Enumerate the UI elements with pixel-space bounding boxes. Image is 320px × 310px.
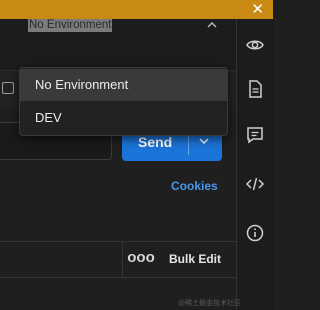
info-icon[interactable]: [245, 223, 265, 243]
window-title-bar: ✕: [0, 0, 273, 19]
divider: [0, 277, 236, 278]
eye-icon[interactable]: [245, 35, 265, 55]
document-icon[interactable]: [245, 79, 265, 99]
code-icon[interactable]: [245, 174, 265, 194]
chevron-down-icon[interactable]: [199, 138, 209, 145]
environment-option-dev[interactable]: DEV: [20, 102, 227, 134]
cookies-link[interactable]: Cookies: [171, 179, 218, 193]
send-button-label: Send: [138, 134, 173, 150]
close-icon[interactable]: ✕: [251, 1, 264, 18]
chevron-up-icon[interactable]: [207, 21, 217, 29]
right-sidebar: [236, 19, 274, 310]
environment-option-no-environment[interactable]: No Environment: [20, 69, 227, 101]
watermark: @稀土掘金技术社区: [178, 300, 242, 307]
comment-icon[interactable]: [245, 125, 265, 145]
environment-selected-value[interactable]: No Environment: [28, 19, 113, 32]
environment-dropdown: No Environment DEV: [19, 67, 228, 136]
save-icon[interactable]: [2, 82, 14, 94]
more-options-button[interactable]: ooo: [122, 242, 159, 277]
bulk-edit-button[interactable]: Bulk Edit: [169, 252, 221, 266]
